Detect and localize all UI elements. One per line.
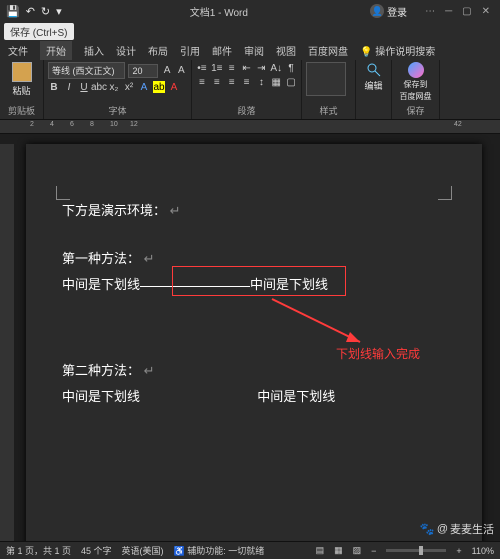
callout-text: 下划线输入完成: [336, 342, 420, 366]
editing-button[interactable]: 编辑: [360, 62, 387, 92]
callout-box: [172, 266, 346, 296]
zoom-out-button[interactable]: −: [371, 546, 376, 556]
show-marks-icon[interactable]: ¶: [285, 62, 297, 74]
text-line: 第一种方法：: [62, 251, 140, 266]
tab-home[interactable]: 开始: [40, 41, 72, 60]
bullets-icon[interactable]: •≡: [196, 62, 208, 74]
bold-button[interactable]: B: [48, 81, 60, 93]
tab-review[interactable]: 审阅: [244, 43, 264, 58]
status-accessibility[interactable]: ♿ 辅助功能: 一切就绪: [174, 544, 265, 557]
tab-layout[interactable]: 布局: [148, 43, 168, 58]
save-icon[interactable]: 💾: [6, 5, 20, 18]
view-web-icon[interactable]: ▨: [353, 545, 362, 556]
vertical-ruler[interactable]: [0, 144, 14, 541]
qat-dropdown-icon[interactable]: ▾: [56, 5, 62, 18]
font-size-select[interactable]: 20: [128, 64, 158, 78]
zoom-level[interactable]: 110%: [472, 546, 494, 556]
paste-button[interactable]: 粘贴: [4, 62, 39, 97]
quick-access-toolbar: 💾 ↶ ↻ ▾: [0, 5, 68, 18]
login-button[interactable]: 👤 登录: [370, 4, 407, 19]
view-read-icon[interactable]: ▤: [316, 545, 325, 556]
ribbon-options-icon[interactable]: ⋯: [425, 6, 435, 17]
zoom-slider[interactable]: [386, 549, 446, 552]
subscript-button[interactable]: x₂: [108, 81, 120, 93]
status-page[interactable]: 第 1 页，共 1 页: [6, 544, 71, 557]
strike-button[interactable]: abc: [93, 81, 105, 93]
grow-font-icon[interactable]: A: [161, 65, 172, 77]
document-page[interactable]: 下方是演示环境： ↵ 第一种方法： ↵ 中间是下划线中间是下划线 第二种方法： …: [26, 144, 482, 541]
user-avatar-icon: 👤: [370, 4, 384, 18]
align-right-icon[interactable]: ≡: [226, 76, 238, 88]
ribbon-tabs: 文件 开始 插入 设计 布局 引用 邮件 审阅 视图 百度网盘 💡 操作说明搜索: [0, 40, 500, 60]
image-watermark: 🐾 @麦麦生活: [420, 521, 494, 537]
font-name-select[interactable]: 等线 (西文正文): [48, 62, 125, 79]
paw-icon: 🐾: [420, 522, 435, 536]
font-color-icon[interactable]: A: [168, 81, 180, 93]
styles-gallery[interactable]: [306, 62, 346, 96]
tab-file[interactable]: 文件: [8, 43, 28, 58]
align-left-icon[interactable]: ≡: [196, 76, 208, 88]
maximize-button[interactable]: ▢: [462, 6, 471, 17]
group-editing: 编辑: [356, 60, 392, 119]
text-segment: 中间是下划线: [62, 389, 140, 404]
indent-right-icon[interactable]: ⇥: [255, 62, 267, 74]
shading-icon[interactable]: ▦: [270, 76, 282, 88]
superscript-button[interactable]: x²: [123, 81, 135, 93]
tab-references[interactable]: 引用: [180, 43, 200, 58]
multilevel-icon[interactable]: ≡: [226, 62, 238, 74]
text-segment: 中间是下划线: [257, 389, 335, 404]
text-line: 第二种方法：: [62, 363, 140, 378]
tab-mailings[interactable]: 邮件: [212, 43, 232, 58]
margin-corner-icon: [438, 186, 452, 200]
tab-tell-me[interactable]: 💡 操作说明搜索: [360, 43, 435, 58]
baidu-cloud-icon: [408, 62, 424, 78]
group-font: 等线 (西文正文) 20 A A B I U abc x₂ x² A ab A …: [44, 60, 192, 119]
titlebar: 💾 ↶ ↻ ▾ 文档1 - Word 👤 登录 ⋯ ─ ▢ ✕: [0, 0, 500, 22]
group-paragraph: •≡ 1≡ ≡ ⇤ ⇥ A↓ ¶ ≡ ≡ ≡ ≡ ↕ ▦ ▢ 段落: [192, 60, 302, 119]
underline-button[interactable]: U: [78, 81, 90, 93]
group-styles: 样式: [302, 60, 356, 119]
group-baidu: 保存到 百度网盘 保存: [392, 60, 440, 119]
undo-icon[interactable]: ↶: [26, 5, 35, 18]
tab-design[interactable]: 设计: [116, 43, 136, 58]
align-center-icon[interactable]: ≡: [211, 76, 223, 88]
justify-icon[interactable]: ≡: [241, 76, 253, 88]
status-language[interactable]: 英语(美国): [122, 544, 164, 557]
magnifier-icon: [366, 62, 382, 78]
status-bar: 第 1 页，共 1 页 45 个字 英语(美国) ♿ 辅助功能: 一切就绪 ▤ …: [0, 541, 500, 559]
tab-insert[interactable]: 插入: [84, 43, 104, 58]
highlight-icon[interactable]: ab: [153, 81, 165, 93]
shrink-font-icon[interactable]: A: [176, 65, 187, 77]
indent-left-icon[interactable]: ⇤: [241, 62, 253, 74]
line-spacing-icon[interactable]: ↕: [255, 76, 267, 88]
window-title: 文档1 - Word: [68, 4, 370, 19]
zoom-in-button[interactable]: +: [456, 546, 461, 556]
save-tooltip: 保存 (Ctrl+S): [0, 22, 500, 40]
save-to-baidu-button[interactable]: 保存到 百度网盘: [396, 62, 435, 102]
clipboard-icon: [12, 62, 32, 82]
text-effects-icon[interactable]: A: [138, 81, 150, 93]
text-segment: 中间是下划线: [62, 277, 140, 292]
minimize-button[interactable]: ─: [445, 6, 452, 17]
status-words[interactable]: 45 个字: [81, 544, 112, 557]
group-clipboard: 粘贴 剪贴板: [0, 60, 44, 119]
close-button[interactable]: ✕: [482, 6, 490, 17]
horizontal-ruler[interactable]: 2 4 6 8 10 12 42: [0, 120, 500, 134]
sort-icon[interactable]: A↓: [270, 62, 282, 74]
borders-icon[interactable]: ▢: [285, 76, 297, 88]
redo-icon[interactable]: ↻: [41, 5, 50, 18]
document-canvas: 下方是演示环境： ↵ 第一种方法： ↵ 中间是下划线中间是下划线 第二种方法： …: [0, 134, 500, 541]
margin-corner-icon: [56, 186, 70, 200]
view-print-icon[interactable]: ▦: [334, 545, 343, 556]
italic-button[interactable]: I: [63, 81, 75, 93]
text-line: 下方是演示环境：: [62, 203, 166, 218]
tab-baidu[interactable]: 百度网盘: [308, 43, 348, 58]
numbering-icon[interactable]: 1≡: [211, 62, 223, 74]
ribbon: 粘贴 剪贴板 等线 (西文正文) 20 A A B I U abc x₂ x² …: [0, 60, 500, 120]
tab-view[interactable]: 视图: [276, 43, 296, 58]
